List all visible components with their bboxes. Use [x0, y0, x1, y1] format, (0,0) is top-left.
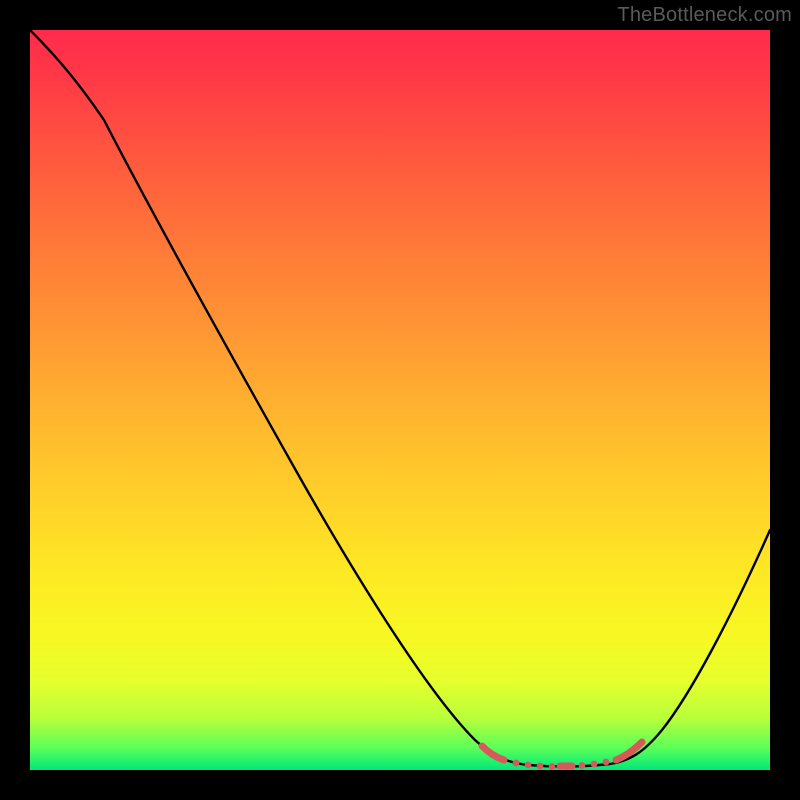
bottleneck-curve — [30, 30, 770, 766]
curve-layer — [30, 30, 770, 770]
chart-frame: TheBottleneck.com — [0, 0, 800, 800]
optimal-range-marker — [482, 742, 642, 770]
watermark-text: TheBottleneck.com — [617, 4, 792, 27]
plot-area — [30, 30, 770, 770]
